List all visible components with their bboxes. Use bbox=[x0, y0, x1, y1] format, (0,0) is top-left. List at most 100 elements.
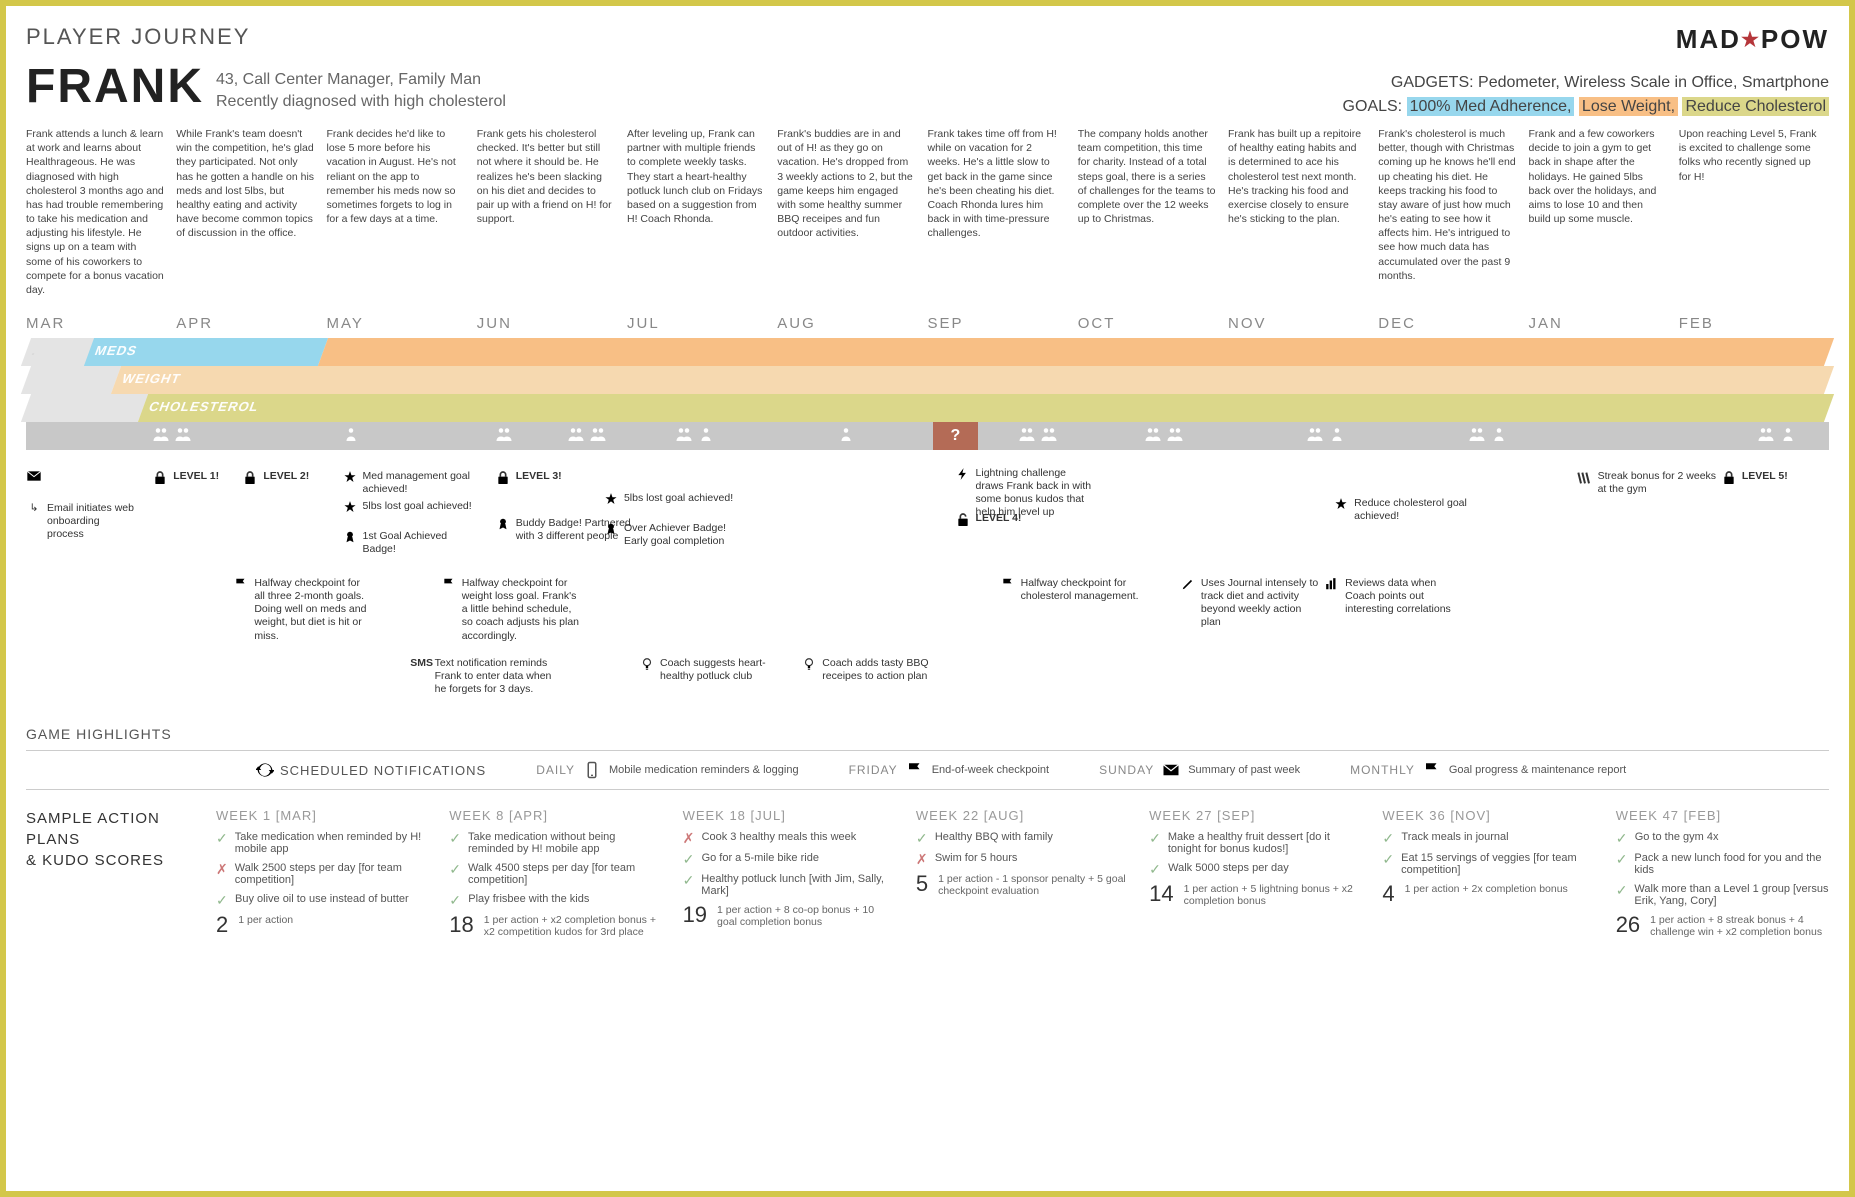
cycle-icon bbox=[256, 761, 274, 779]
plan-score: 141 per action + 5 lightning bonus + x2 … bbox=[1149, 883, 1362, 907]
month-column: Frank gets his cholesterol checked. It's… bbox=[477, 127, 627, 336]
month-label: JUL bbox=[627, 315, 765, 332]
plan-week-label: WEEK 18 [JUL] bbox=[683, 808, 896, 823]
persona-meta: GADGETS: Pedometer, Wireless Scale in Of… bbox=[1343, 65, 1829, 119]
check-icon: ✓ bbox=[1382, 852, 1394, 866]
flag-icon bbox=[906, 761, 924, 779]
plan-score: 21 per action bbox=[216, 914, 429, 936]
plan-item: ✓Walk 5000 steps per day bbox=[1149, 862, 1362, 876]
plan-score: 41 per action + 2x completion bonus bbox=[1382, 883, 1595, 905]
ribbon-icon bbox=[495, 517, 511, 543]
plan-item: ✓Take medication when reminded by H! mob… bbox=[216, 831, 429, 855]
envelope-icon bbox=[1162, 761, 1180, 779]
plan-week-label: WEEK 47 [FEB] bbox=[1616, 808, 1829, 823]
check-icon: ✓ bbox=[449, 893, 461, 907]
check-icon: ✓ bbox=[216, 893, 228, 907]
plan-item: ✗Swim for 5 hours bbox=[916, 852, 1129, 866]
goal-badge: 100% Med Adherence, bbox=[1407, 97, 1575, 116]
month-narrative: While Frank's team doesn't win the compe… bbox=[176, 127, 314, 307]
month-column: After leveling up, Frank can partner wit… bbox=[627, 127, 777, 336]
star-icon bbox=[342, 470, 358, 496]
star-icon bbox=[603, 492, 619, 506]
check-icon: ✓ bbox=[449, 862, 461, 876]
plan-item: ✓Eat 15 servings of veggies [for team co… bbox=[1382, 852, 1595, 876]
month-column: Frank's cholesterol is much better, thou… bbox=[1378, 127, 1528, 336]
plan-column: WEEK 47 [FEB] ✓Go to the gym 4x ✓Pack a ne… bbox=[1616, 808, 1829, 938]
plan-column: WEEK 22 [AUG] ✓Healthy BBQ with family ✗Sw… bbox=[916, 808, 1129, 938]
month-label: AUG bbox=[777, 315, 915, 332]
month-column: The company holds another team competiti… bbox=[1078, 127, 1228, 336]
month-column: Upon reaching Level 5, Frank is excited … bbox=[1679, 127, 1829, 336]
plan-column: WEEK 8 [APR]✓Take medication without bei… bbox=[449, 808, 662, 938]
plans-header: SAMPLE ACTION PLANS & KUDO SCORES bbox=[26, 808, 186, 938]
month-column: Frank attends a lunch & learn at work an… bbox=[26, 127, 176, 336]
ribbon-icon bbox=[603, 522, 619, 548]
lock-icon bbox=[1721, 470, 1737, 486]
plan-score: 261 per action + 8 streak bonus + 4 chal… bbox=[1616, 914, 1829, 938]
check-icon: ✓ bbox=[1149, 862, 1161, 876]
month-label: APR bbox=[176, 315, 314, 332]
stripes-icon bbox=[1577, 470, 1593, 496]
plan-week-label: WEEK 8 [APR] bbox=[449, 808, 662, 823]
bars-icon bbox=[1324, 577, 1340, 616]
bulb-icon bbox=[801, 657, 817, 683]
highlights-label: GAME HIGHLIGHTS bbox=[26, 726, 1829, 742]
plan-score: 51 per action - 1 sponsor penalty + 5 go… bbox=[916, 873, 1129, 897]
bulb-icon bbox=[639, 657, 655, 683]
month-column: Frank has built up a repitoire of health… bbox=[1228, 127, 1378, 336]
x-icon: ✗ bbox=[216, 862, 228, 876]
plan-item: ✗Walk 2500 steps per day [for team compe… bbox=[216, 862, 429, 886]
month-narrative: Frank's cholesterol is much better, thou… bbox=[1378, 127, 1516, 307]
pencil-icon bbox=[1180, 577, 1196, 630]
star-icon bbox=[342, 500, 358, 514]
check-icon: ✓ bbox=[449, 831, 461, 845]
plan-column: WEEK 18 [JUL] ✗Cook 3 healthy meals this … bbox=[683, 808, 896, 938]
goal-badge: Reduce Cholesterol bbox=[1682, 97, 1829, 116]
ribbon-icon bbox=[342, 530, 358, 556]
plan-item: ✓Go to the gym 4x bbox=[1616, 831, 1829, 845]
check-icon: ✓ bbox=[683, 873, 695, 887]
plan-item: ✓Pack a new lunch food for you and the k… bbox=[1616, 852, 1829, 876]
lock-icon bbox=[152, 470, 168, 486]
flag-icon bbox=[1423, 761, 1441, 779]
month-narrative: Frank's buddies are in and out of H! as … bbox=[777, 127, 915, 307]
star-icon: ★ bbox=[1741, 29, 1761, 51]
month-narrative: Frank gets his cholesterol checked. It's… bbox=[477, 127, 615, 307]
lock-icon bbox=[242, 470, 258, 486]
plan-week-label: WEEK 22 [AUG] bbox=[916, 808, 1129, 823]
plan-week-label: WEEK 36 [NOV] bbox=[1382, 808, 1595, 823]
plan-column: WEEK 27 [SEP]✓Make a healthy fruit desse… bbox=[1149, 808, 1362, 938]
plan-item: ✗Cook 3 healthy meals this week bbox=[683, 831, 896, 845]
check-icon: ✓ bbox=[1616, 831, 1628, 845]
month-narrative: Frank takes time off from H! while on va… bbox=[928, 127, 1066, 307]
plan-item: ✓Healthy BBQ with family bbox=[916, 831, 1129, 845]
events: ↳Email initiates web onboarding process … bbox=[26, 462, 1829, 722]
check-icon: ✓ bbox=[1382, 831, 1394, 845]
month-narrative: Frank attends a lunch & learn at work an… bbox=[26, 127, 164, 307]
persona-name: FRANK bbox=[26, 65, 204, 108]
month-column: Frank and a few coworkers decide to join… bbox=[1529, 127, 1679, 336]
envelope-icon bbox=[26, 467, 42, 485]
check-icon: ✓ bbox=[1616, 852, 1628, 866]
plan-item: ✓Track meals in journal bbox=[1382, 831, 1595, 845]
month-label: JUN bbox=[477, 315, 615, 332]
month-label: NOV bbox=[1228, 315, 1366, 332]
flag-icon bbox=[1000, 577, 1016, 603]
month-label: DEC bbox=[1378, 315, 1516, 332]
month-label: FEB bbox=[1679, 315, 1817, 332]
check-icon: ✓ bbox=[1616, 883, 1628, 897]
month-column: Frank's buddies are in and out of H! as … bbox=[777, 127, 927, 336]
phone-icon bbox=[583, 761, 601, 779]
month-column: Frank takes time off from H! while on va… bbox=[928, 127, 1078, 336]
persona-subtitle: 43, Call Center Manager, Family Man Rece… bbox=[216, 65, 506, 112]
check-icon: ✓ bbox=[216, 831, 228, 845]
plan-week-label: WEEK 27 [SEP] bbox=[1149, 808, 1362, 823]
plan-item: ✓Play frisbee with the kids bbox=[449, 893, 662, 907]
timeline-tracks: . MEDS WEIGHT CHOLESTEROL ? bbox=[26, 338, 1829, 458]
plan-score: 181 per action + x2 completion bonus + x… bbox=[449, 914, 662, 938]
goal-badge: Lose Weight, bbox=[1579, 97, 1678, 116]
month-narrative: Frank has built up a repitoire of health… bbox=[1228, 127, 1366, 307]
plan-item: ✓Healthy potluck lunch [with Jim, Sally,… bbox=[683, 873, 896, 897]
month-narrative: Frank decides he'd like to lose 5 more b… bbox=[327, 127, 465, 307]
page-title: PLAYER JOURNEY bbox=[26, 24, 250, 50]
